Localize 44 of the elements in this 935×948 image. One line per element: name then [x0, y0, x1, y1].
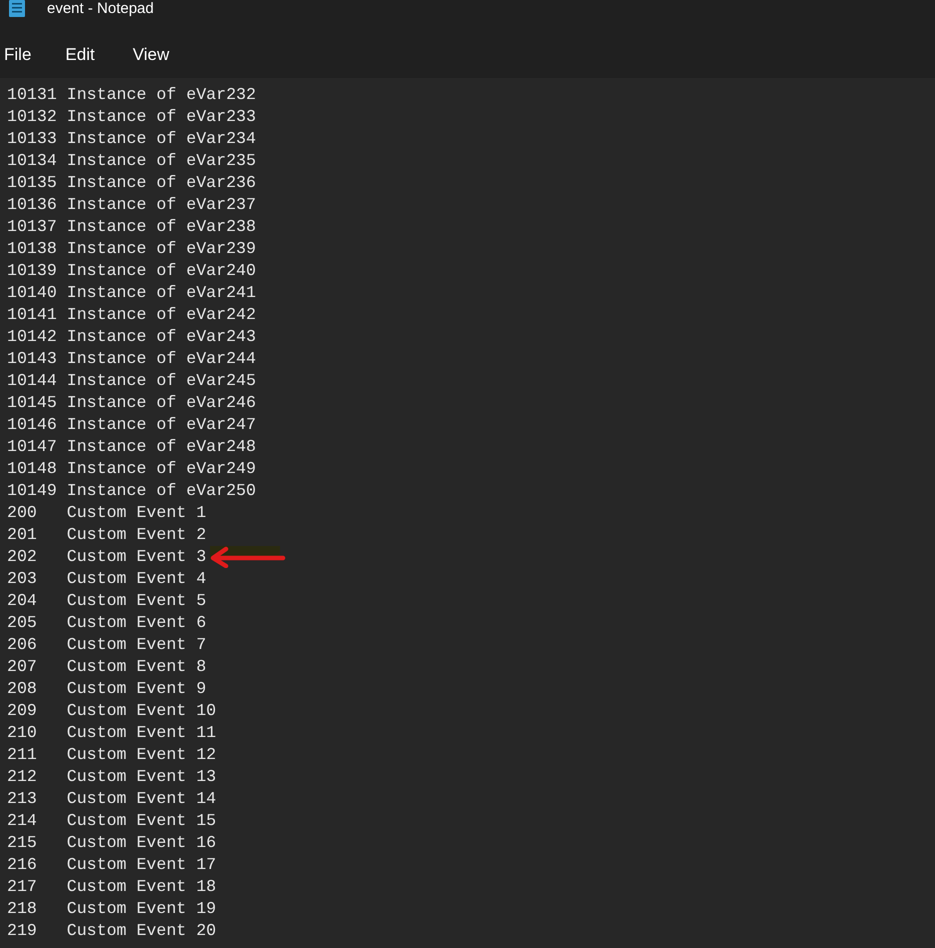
- text-line: 10136 Instance of eVar237: [7, 194, 256, 216]
- text-line: 10135 Instance of eVar236: [7, 172, 256, 194]
- text-line: 10134 Instance of eVar235: [7, 150, 256, 172]
- text-line: 10132 Instance of eVar233: [7, 106, 256, 128]
- text-line: 10138 Instance of eVar239: [7, 238, 256, 260]
- text-line: 10148 Instance of eVar249: [7, 458, 256, 480]
- text-line: 10142 Instance of eVar243: [7, 326, 256, 348]
- menu-item[interactable]: Edit: [65, 42, 95, 68]
- window-title: event - Notepad: [47, 0, 154, 18]
- text-line: 216 Custom Event 17: [7, 854, 216, 876]
- text-line: 212 Custom Event 13: [7, 766, 216, 788]
- text-line: 10140 Instance of eVar241: [7, 282, 256, 304]
- text-line: 208 Custom Event 9: [7, 678, 206, 700]
- text-line: 201 Custom Event 2: [7, 524, 206, 546]
- menu-item[interactable]: File: [4, 42, 32, 68]
- text-line: 10137 Instance of eVar238: [7, 216, 256, 238]
- text-line: 218 Custom Event 19: [7, 898, 216, 920]
- text-line: 10146 Instance of eVar247: [7, 414, 256, 436]
- text-line: 10141 Instance of eVar242: [7, 304, 256, 326]
- text-line: 10133 Instance of eVar234: [7, 128, 256, 150]
- text-line: 211 Custom Event 12: [7, 744, 216, 766]
- text-line: 217 Custom Event 18: [7, 876, 216, 898]
- menu-item[interactable]: View: [132, 42, 170, 68]
- text-line: 10145 Instance of eVar246: [7, 392, 256, 414]
- text-line: 213 Custom Event 14: [7, 788, 216, 810]
- text-line: 203 Custom Event 4: [7, 568, 206, 590]
- text-line: 10131 Instance of eVar232: [7, 84, 256, 106]
- text-line: 204 Custom Event 5: [7, 590, 206, 612]
- text-line: 10143 Instance of eVar244: [7, 348, 256, 370]
- text-line: 209 Custom Event 10: [7, 700, 216, 722]
- text-line: 202 Custom Event 3: [7, 546, 206, 568]
- notepad-icon: [9, 0, 25, 17]
- text-line: 10144 Instance of eVar245: [7, 370, 256, 392]
- text-line: 214 Custom Event 15: [7, 810, 216, 832]
- text-line: 10139 Instance of eVar240: [7, 260, 256, 282]
- text-line: 205 Custom Event 6: [7, 612, 206, 634]
- text-line: 10149 Instance of eVar250: [7, 480, 256, 502]
- text-line: 215 Custom Event 16: [7, 832, 216, 854]
- text-line: 207 Custom Event 8: [7, 656, 206, 678]
- text-line: 10147 Instance of eVar248: [7, 436, 256, 458]
- text-line: 210 Custom Event 11: [7, 722, 216, 744]
- text-line: 219 Custom Event 20: [7, 920, 216, 942]
- text-line: 200 Custom Event 1: [7, 502, 206, 524]
- text-line: 206 Custom Event 7: [7, 634, 206, 656]
